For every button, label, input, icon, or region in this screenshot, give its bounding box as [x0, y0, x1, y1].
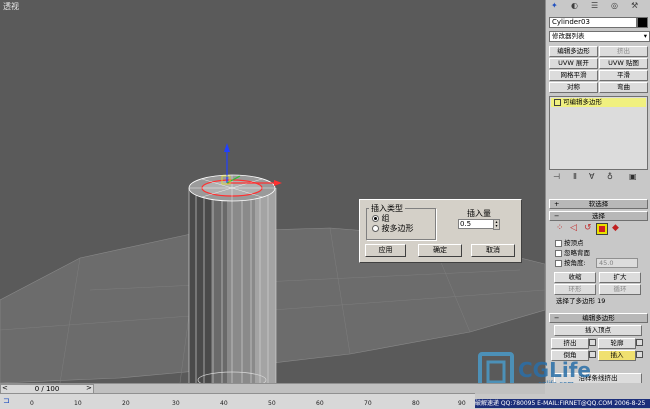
subobject-row: ⁘ ◁ ↺ ◆	[554, 223, 644, 236]
by-vertex-checkbox[interactable]	[555, 240, 562, 247]
timeline-ruler[interactable]: ⊐ 0 10 20 30 40 50 60 70 80 90	[0, 393, 475, 409]
modify-tab-icon[interactable]: ◐	[571, 1, 578, 10]
object-color-swatch[interactable]	[637, 17, 648, 28]
expand-plus-icon: +	[554, 200, 560, 208]
option-by-polygon[interactable]: 按多边形	[372, 225, 414, 233]
grow-button[interactable]: 扩大	[599, 272, 641, 283]
motion-tab-icon[interactable]: ◎	[611, 1, 618, 10]
angle-field[interactable]: 45.0	[596, 258, 638, 268]
soft-selection-label: 软选择	[588, 200, 609, 208]
tick-label: 80	[412, 400, 420, 407]
command-panel: ✦ ◐ ☰ ◎ ⚒ Cylinder03 修改器列表 ▾ 编辑多边形 挤出 UV…	[545, 0, 650, 384]
outline-settings-icon[interactable]	[636, 339, 643, 346]
watermark-brand: CGLife	[518, 358, 591, 382]
selection-info: 选择了多边形 19	[556, 297, 606, 305]
radio-group-icon[interactable]	[372, 215, 379, 222]
inset-amount-field[interactable]: 0.5	[458, 219, 494, 229]
bottom-bar: 0 / 100 < > ⊐ 0 10 20 30 40 50 60 70 80 …	[0, 383, 650, 409]
modifier-list-label: 修改器列表	[552, 32, 585, 40]
tick-label: 10	[74, 400, 82, 407]
stack-tools: ⊣ Ⅱ ∀ ♁ ▣	[549, 172, 646, 184]
stack-item-editable-poly[interactable]: 可编辑多边形	[551, 98, 646, 107]
apply-button[interactable]: 应用	[365, 244, 406, 257]
ring-button[interactable]: 环形	[554, 284, 596, 295]
loop-button[interactable]: 循环	[599, 284, 641, 295]
shrink-button[interactable]: 收缩	[554, 272, 596, 283]
inset-amount-label: 插入量	[467, 209, 491, 218]
pin-stack-icon[interactable]: ⊣	[553, 172, 560, 181]
modifier-stack[interactable]: 可编辑多边形	[549, 96, 648, 170]
soft-selection-rollout[interactable]: + 软选择	[549, 199, 648, 209]
selection-label: 选择	[592, 212, 605, 220]
polygon-icon	[599, 226, 605, 232]
key-filter-icon[interactable]: ⊐	[3, 396, 10, 405]
ignore-backfacing-label: 忽略背面	[564, 249, 590, 257]
cylinder-object[interactable]	[188, 174, 277, 383]
uvw-map-button[interactable]: UVW 贴图	[599, 58, 648, 69]
configure-sets-icon[interactable]: ▣	[629, 172, 637, 181]
tick-label: 50	[268, 400, 276, 407]
edit-polygons-rollout[interactable]: − 编辑多边形	[549, 313, 648, 323]
ok-button[interactable]: 确定	[418, 244, 462, 257]
perspective-viewport[interactable]: 透视	[0, 0, 545, 383]
tick-label: 70	[364, 400, 372, 407]
inset-amount-spinner[interactable]: ▴ ▾	[493, 219, 500, 230]
ignore-backfacing-checkbox[interactable]	[555, 250, 562, 257]
option-by-polygon-label[interactable]: 按多边形	[382, 224, 414, 233]
prev-frame-icon[interactable]: <	[2, 384, 8, 392]
remove-modifier-icon[interactable]: ♁	[607, 172, 613, 181]
outline-button[interactable]: 轮廓	[598, 338, 636, 349]
inset-polygons-dialog: 插入类型 组 按多边形 插入量 0.5 ▴ ▾ 应用 确定 取消	[359, 199, 522, 263]
status-bar: 破解速递 QQ:780095 E-MAIL:FIRNET@QQ.COM 2006…	[475, 399, 650, 408]
tick-label: 60	[316, 400, 324, 407]
tick-label: 20	[122, 400, 130, 407]
selection-rollout[interactable]: − 选择	[549, 211, 648, 221]
cancel-button[interactable]: 取消	[471, 244, 515, 257]
object-name-field[interactable]: Cylinder03	[549, 17, 637, 28]
collapse-minus-icon: −	[554, 212, 560, 220]
element-icon[interactable]: ◆	[612, 223, 619, 233]
viewport-label[interactable]: 透视	[3, 1, 19, 12]
by-angle-label: 按角度:	[564, 259, 586, 267]
stack-item-label: 可编辑多边形	[563, 98, 602, 106]
extrude-button[interactable]: 挤出	[599, 46, 648, 57]
utilities-tab-icon[interactable]: ⚒	[631, 1, 638, 10]
show-end-result-icon[interactable]: Ⅱ	[573, 172, 577, 181]
make-unique-icon[interactable]: ∀	[589, 172, 594, 181]
meshsmooth-button[interactable]: 网格平滑	[549, 70, 598, 81]
extrude-settings-icon[interactable]	[589, 339, 596, 346]
symmetry-button[interactable]: 对称	[549, 82, 598, 93]
vertex-icon[interactable]: ⁘	[556, 223, 564, 233]
tick-label: 40	[220, 400, 228, 407]
tick-label: 90	[458, 400, 466, 407]
smooth-button[interactable]: 平滑	[599, 70, 648, 81]
next-frame-icon[interactable]: >	[86, 384, 92, 392]
chevron-down-icon: ▾	[643, 32, 647, 40]
tick-label: 0	[30, 400, 34, 407]
edge-icon[interactable]: ◁	[570, 223, 577, 233]
option-group[interactable]: 组	[372, 215, 390, 223]
edit-polygons-label: 编辑多边形	[582, 314, 615, 322]
inset-type-title: 插入类型	[369, 203, 405, 214]
collapse-minus-icon: −	[554, 314, 560, 322]
create-tab-icon[interactable]: ✦	[551, 1, 558, 10]
by-angle-checkbox[interactable]	[555, 260, 562, 267]
edit-poly-button[interactable]: 编辑多边形	[549, 46, 598, 57]
polygon-subobject-button[interactable]	[596, 223, 608, 235]
uvw-unwrap-button[interactable]: UVW 展开	[549, 58, 598, 69]
extrude-poly-button[interactable]: 挤出	[551, 338, 589, 349]
border-icon[interactable]: ↺	[584, 223, 592, 233]
by-vertex-label: 按顶点	[564, 239, 584, 247]
tick-label: 30	[172, 400, 180, 407]
option-group-label[interactable]: 组	[382, 214, 390, 223]
radio-by-polygon-icon[interactable]	[372, 225, 379, 232]
expand-icon[interactable]	[554, 98, 561, 106]
modifier-list-dropdown[interactable]: 修改器列表 ▾	[549, 31, 650, 42]
panel-tabs: ✦ ◐ ☰ ◎ ⚒	[549, 0, 648, 12]
bend-button[interactable]: 弯曲	[599, 82, 648, 93]
scene-render[interactable]	[0, 0, 545, 383]
insert-vertex-button[interactable]: 插入顶点	[554, 325, 642, 336]
hierarchy-tab-icon[interactable]: ☰	[591, 1, 598, 10]
